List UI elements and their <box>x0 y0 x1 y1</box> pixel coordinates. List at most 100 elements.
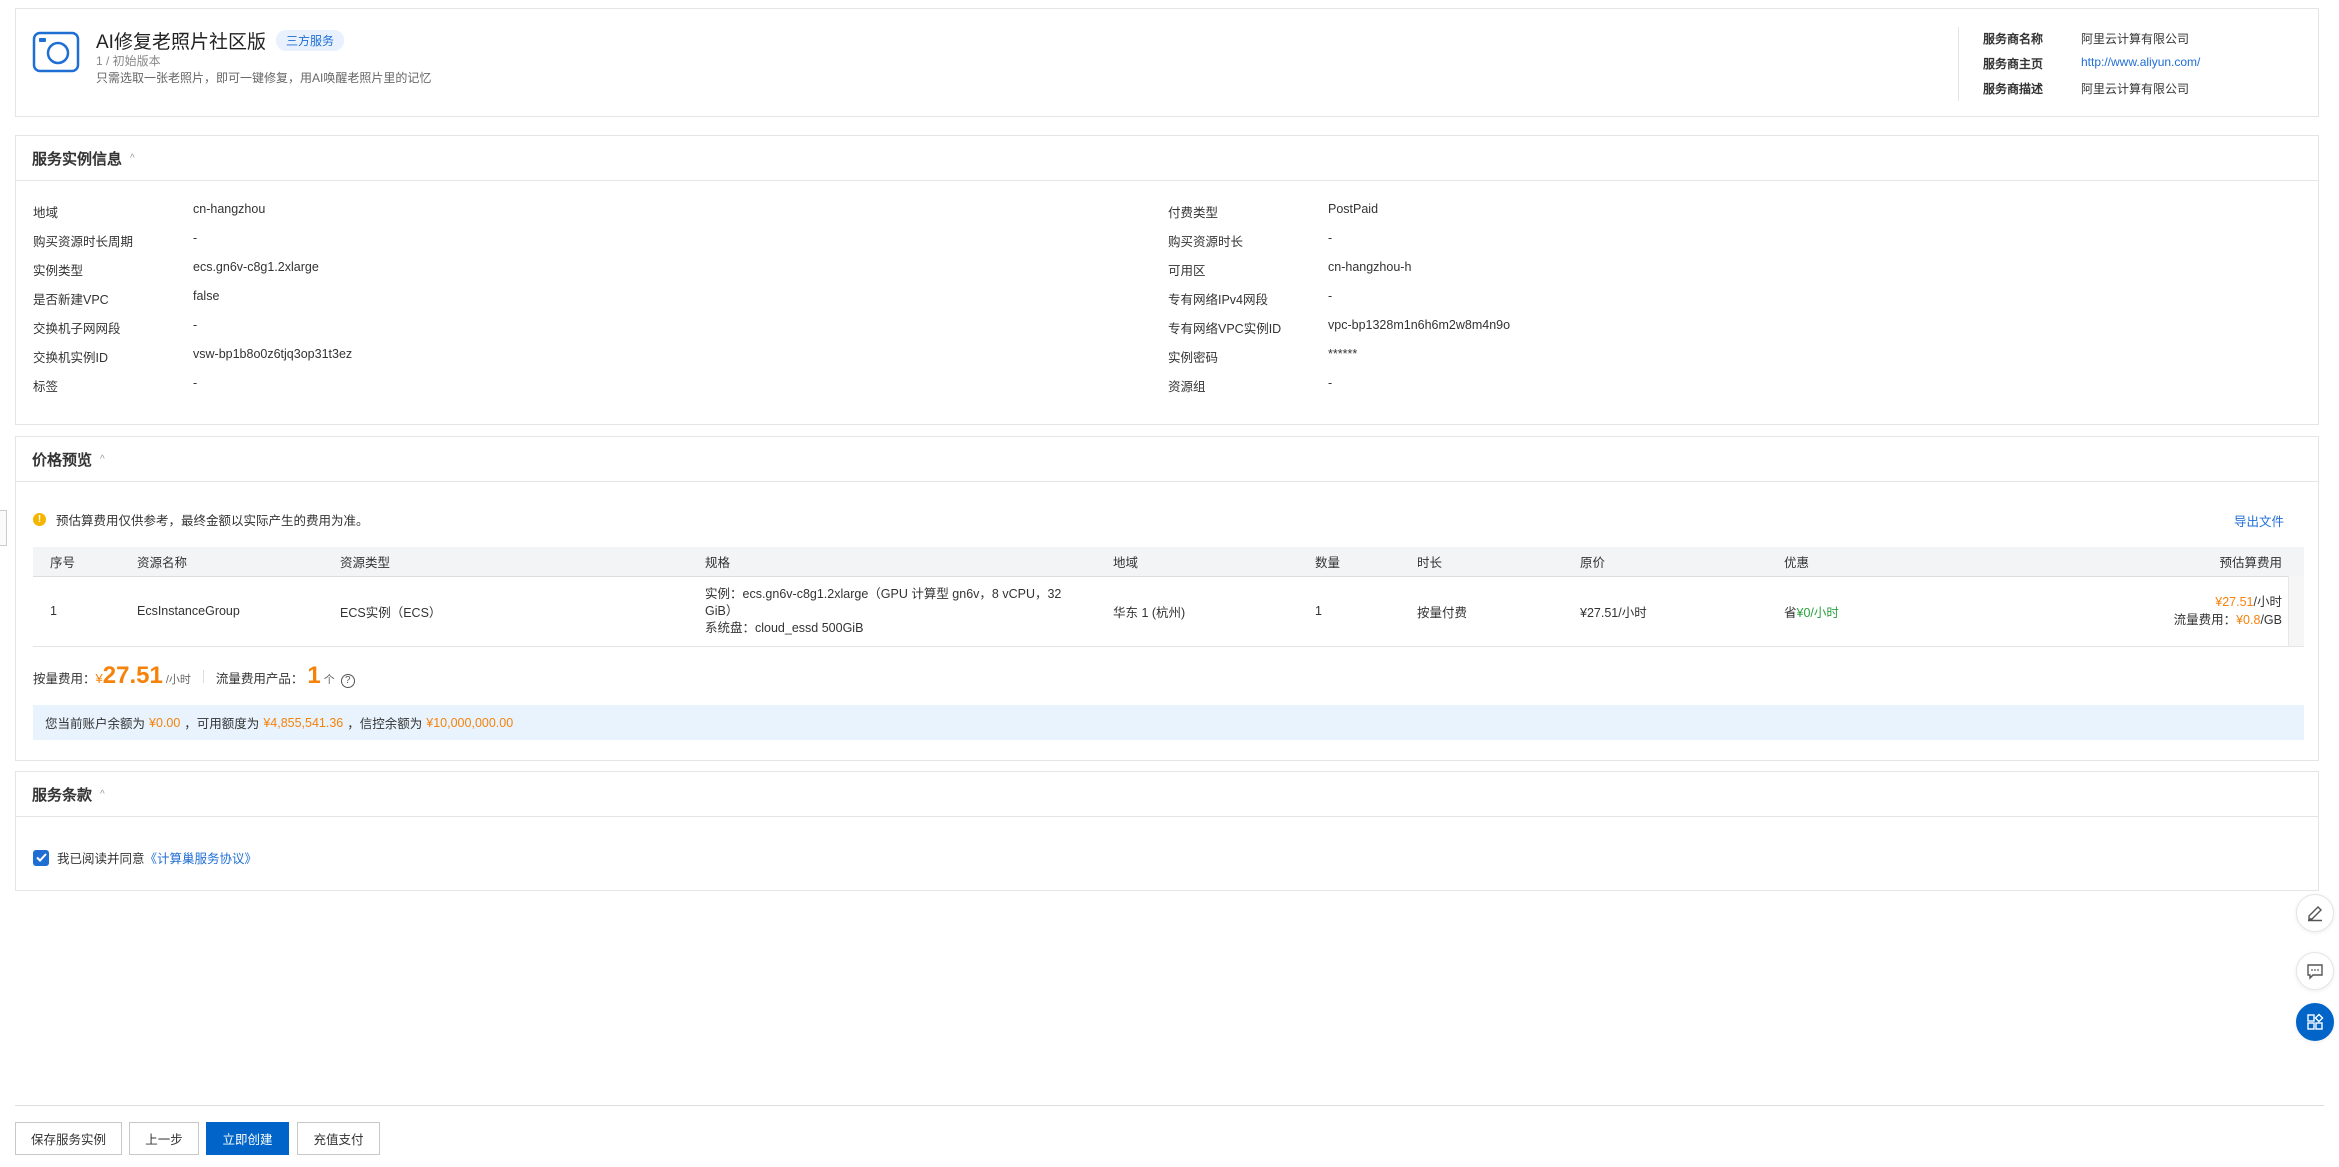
fee-unit: /小时 <box>165 674 191 686</box>
price-preview-title: 价格预览 <box>32 451 93 469</box>
edit-float-button[interactable] <box>2296 894 2334 932</box>
instance-info-title: 服务实例信息 <box>32 150 123 168</box>
edit-icon <box>2308 906 2322 922</box>
col-estimated-cost: 预估算费用 <box>2007 547 2304 577</box>
info-value: ecs.gn6v-c8g1.2xlarge <box>193 260 319 274</box>
agreement-link[interactable]: 《计算巢服务协议》 <box>145 848 258 867</box>
recharge-button[interactable]: 充值支付 <box>297 1122 380 1155</box>
price-table: 序号 资源名称 资源类型 规格 地域 数量 时长 原价 优惠 预估算费用 1 E… <box>33 547 2304 647</box>
row-spec-instance: 实例：ecs.gn6v-c8g1.2xlarge（GPU 计算型 gn6v，8 … <box>705 586 1062 601</box>
row-spec-disk: 系统盘：cloud_essd 500GiB <box>705 620 864 635</box>
row-resource-name: EcsInstanceGroup <box>120 576 323 647</box>
info-value: - <box>193 231 198 245</box>
service-terms-title: 服务条款 <box>32 786 93 804</box>
service-title: AI修复老照片社区版 三方服务 <box>96 27 344 54</box>
chevron-up-icon[interactable]: ^ <box>100 454 105 465</box>
info-label: 交换机子网网段 <box>33 322 121 336</box>
row-quantity: 1 <box>1298 576 1400 647</box>
info-label: 实例密码 <box>1168 351 1219 365</box>
provider-name-label: 服务商名称 <box>1983 32 2044 46</box>
row-duration: 按量付费 <box>1400 576 1563 647</box>
info-value: vsw-bp1b8o0z6tjq3op31t3ez <box>193 347 353 361</box>
agree-text: 我已阅读并同意 <box>57 852 145 866</box>
row-original-price: ¥27.51/小时 <box>1563 576 1767 647</box>
col-resource-type: 资源类型 <box>323 547 688 577</box>
chevron-up-icon[interactable]: ^ <box>100 789 105 800</box>
service-type-badge: 三方服务 <box>275 30 344 51</box>
info-label: 专有网络IPv4网段 <box>1168 293 1269 307</box>
col-quantity: 数量 <box>1298 547 1400 577</box>
info-label: 实例类型 <box>33 264 84 278</box>
service-header-card: AI修复老照片社区版 三方服务 1 / 初始版本 只需选取一张老照片，即可一键修… <box>15 8 2319 117</box>
service-title-text: AI修复老照片社区版 <box>96 32 266 53</box>
fee-amount: 27.51 <box>102 662 163 689</box>
balance-text-1: 您当前账户余额为 <box>45 717 146 731</box>
discount-value: ¥0/小时 <box>1796 605 1839 620</box>
provider-description-value: 阿里云计算有限公司 <box>2081 82 2190 96</box>
service-terms-card: 服务条款 ^ 我已阅读并同意 《计算巢服务协议》 <box>15 771 2319 891</box>
header-divider <box>1958 27 1959 101</box>
credit-balance: ¥10,000,000.00 <box>426 715 514 730</box>
estimated-unit: /小时 <box>2253 595 2282 609</box>
info-label: 专有网络VPC实例ID <box>1168 322 1282 336</box>
available-quota: ¥4,855,541.36 <box>263 715 344 730</box>
col-duration: 时长 <box>1400 547 1563 577</box>
info-label: 付费类型 <box>1168 206 1219 220</box>
row-resource-type: ECS实例（ECS） <box>323 576 688 647</box>
col-index: 序号 <box>33 547 120 577</box>
info-label: 购买资源时长 <box>1168 235 1244 249</box>
provider-homepage-link[interactable]: http://www.aliyun.com/ <box>2081 55 2200 69</box>
help-icon[interactable]: ? <box>340 673 355 688</box>
table-scrollbar[interactable] <box>2288 576 2304 646</box>
info-value: false <box>193 289 220 303</box>
apps-icon <box>2307 1013 2324 1030</box>
previous-step-button[interactable]: 上一步 <box>129 1122 199 1155</box>
create-now-button[interactable]: 立即创建 <box>206 1122 289 1155</box>
price-preview-header[interactable]: 价格预览 ^ <box>16 437 2318 482</box>
info-label: 标签 <box>33 380 59 394</box>
row-index: 1 <box>33 576 120 647</box>
feedback-float-button[interactable] <box>2296 952 2334 990</box>
traffic-cost-label: 流量费用： <box>2173 613 2237 627</box>
balance-text-3: ，信控余额为 <box>347 717 423 731</box>
row-estimated-cost: ¥27.51/小时 流量费用：¥0.8/GB <box>2007 576 2304 647</box>
traffic-products-count: 1 <box>307 662 321 689</box>
footer-divider <box>15 1105 2324 1106</box>
apps-float-button[interactable] <box>2296 1003 2334 1041</box>
instance-info-header[interactable]: 服务实例信息 ^ <box>16 136 2318 181</box>
account-balance-bar: 您当前账户余额为 ¥0.00 ，可用额度为 ¥4,855,541.36 ，信控余… <box>33 705 2304 740</box>
estimated-price: ¥27.51 <box>2215 595 2254 609</box>
save-instance-button[interactable]: 保存服务实例 <box>15 1122 122 1155</box>
info-value: cn-hangzhou-h <box>1328 260 1412 274</box>
instance-info-card: 服务实例信息 ^ 地域 cn-hangzhou 购买资源时长周期 - 实例类型 ecs.g… <box>15 135 2319 425</box>
balance-text-2: ，可用额度为 <box>184 717 260 731</box>
provider-name-value: 阿里云计算有限公司 <box>2081 32 2190 46</box>
service-version: 1 / 初始版本 <box>96 54 161 68</box>
row-region: 华东 1 (杭州) <box>1096 576 1298 647</box>
fee-currency: ¥ <box>95 671 103 686</box>
table-row: 1 EcsInstanceGroup ECS实例（ECS） 实例：ecs.gn6… <box>33 576 2304 647</box>
provider-description-label: 服务商描述 <box>1983 82 2044 96</box>
info-label: 可用区 <box>1168 264 1206 278</box>
fee-divider <box>202 670 204 683</box>
col-region: 地域 <box>1096 547 1298 577</box>
info-label: 地域 <box>33 206 59 220</box>
export-file-link[interactable]: 导出文件 <box>2234 511 2284 530</box>
info-label: 交换机实例ID <box>33 351 109 365</box>
agree-checkbox[interactable] <box>33 849 49 866</box>
info-value: - <box>1328 231 1333 245</box>
service-terms-header[interactable]: 服务条款 ^ <box>16 772 2318 817</box>
col-resource-name: 资源名称 <box>120 547 323 577</box>
info-value: - <box>193 318 198 332</box>
side-collapse-handle[interactable] <box>0 510 7 546</box>
chevron-up-icon[interactable]: ^ <box>130 153 135 164</box>
info-value: cn-hangzhou <box>193 202 266 216</box>
warning-icon: ! <box>33 513 46 526</box>
fee-label: 按量费用： <box>33 672 96 686</box>
col-original-price: 原价 <box>1563 547 1767 577</box>
row-spec: 实例：ecs.gn6v-c8g1.2xlarge（GPU 计算型 gn6v，8 … <box>688 576 1096 647</box>
price-notice: ! 预估算费用仅供参考，最终金额以实际产生的费用为准。 <box>33 510 369 529</box>
traffic-unit: /GB <box>2260 613 2282 627</box>
info-value: ****** <box>1328 347 1358 361</box>
traffic-price: ¥0.8 <box>2236 613 2261 627</box>
